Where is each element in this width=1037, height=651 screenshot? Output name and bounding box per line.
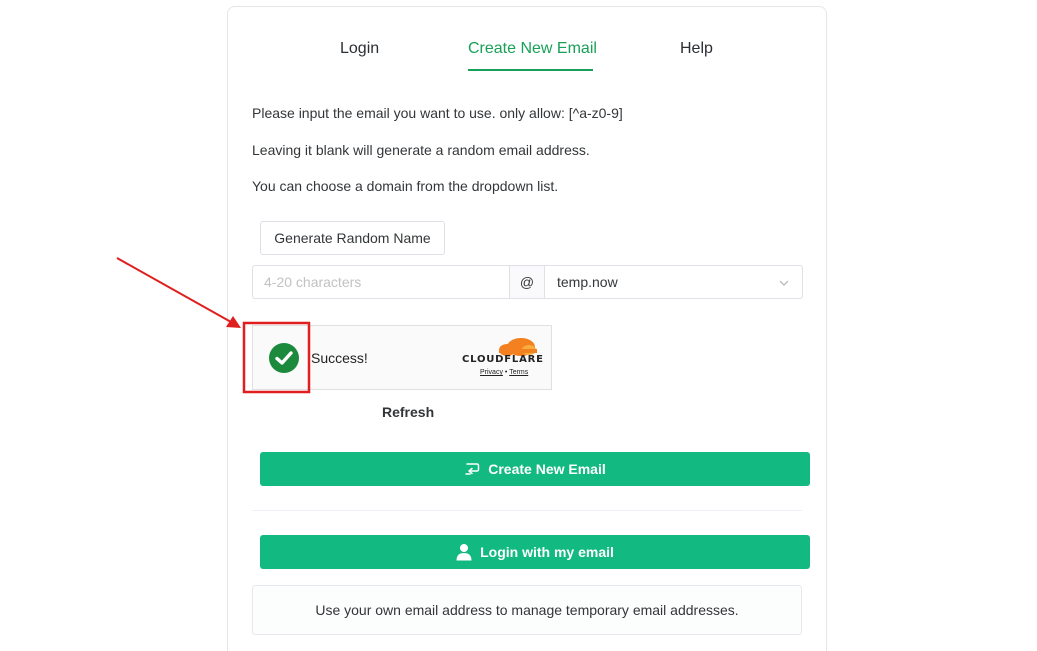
tab-login[interactable]: Login bbox=[340, 40, 379, 58]
annotation-arrow-line bbox=[116, 257, 232, 323]
instruction-domain-dropdown: You can choose a domain from the dropdow… bbox=[252, 178, 559, 194]
own-email-info-box: Use your own email address to manage tem… bbox=[252, 585, 802, 635]
user-icon bbox=[456, 544, 472, 561]
own-email-info-text: Use your own email address to manage tem… bbox=[315, 602, 739, 618]
success-check-icon bbox=[269, 343, 299, 373]
instruction-allowed-chars: Please input the email you want to use. … bbox=[252, 105, 623, 121]
tab-create-new-email[interactable]: Create New Email bbox=[468, 40, 597, 58]
cloudflare-wordmark: CLOUDFLARE bbox=[462, 354, 544, 365]
cloudflare-turnstile-widget[interactable]: Success! CLOUDFLARE Privacy • Terms bbox=[252, 325, 552, 390]
active-tab-indicator bbox=[468, 69, 593, 71]
tab-help[interactable]: Help bbox=[680, 40, 713, 58]
at-sign: @ bbox=[509, 265, 545, 299]
login-with-my-email-button[interactable]: Login with my email bbox=[260, 535, 810, 569]
chevron-down-icon bbox=[779, 280, 789, 286]
terms-link[interactable]: Terms bbox=[509, 369, 528, 376]
tab-bar: Login Create New Email Help bbox=[228, 7, 826, 87]
generate-random-name-button[interactable]: Generate Random Name bbox=[260, 221, 445, 255]
domain-selected-value: temp.now bbox=[557, 274, 618, 290]
domain-select[interactable]: temp.now bbox=[545, 265, 803, 299]
create-email-icon bbox=[465, 463, 480, 475]
captcha-status-text: Success! bbox=[311, 350, 368, 366]
privacy-link[interactable]: Privacy bbox=[480, 369, 503, 376]
create-email-card: Login Create New Email Help Please input… bbox=[227, 6, 827, 651]
email-address-form: @ temp.now bbox=[252, 265, 803, 299]
refresh-captcha-link[interactable]: Refresh bbox=[382, 404, 434, 420]
create-new-email-label: Create New Email bbox=[488, 461, 606, 477]
create-new-email-button[interactable]: Create New Email bbox=[260, 452, 810, 486]
login-with-my-email-label: Login with my email bbox=[480, 544, 614, 560]
email-name-input[interactable] bbox=[252, 265, 509, 299]
captcha-links: Privacy • Terms bbox=[480, 369, 528, 376]
instruction-blank-random: Leaving it blank will generate a random … bbox=[252, 142, 590, 158]
link-separator: • bbox=[504, 369, 508, 376]
section-divider bbox=[252, 510, 802, 511]
